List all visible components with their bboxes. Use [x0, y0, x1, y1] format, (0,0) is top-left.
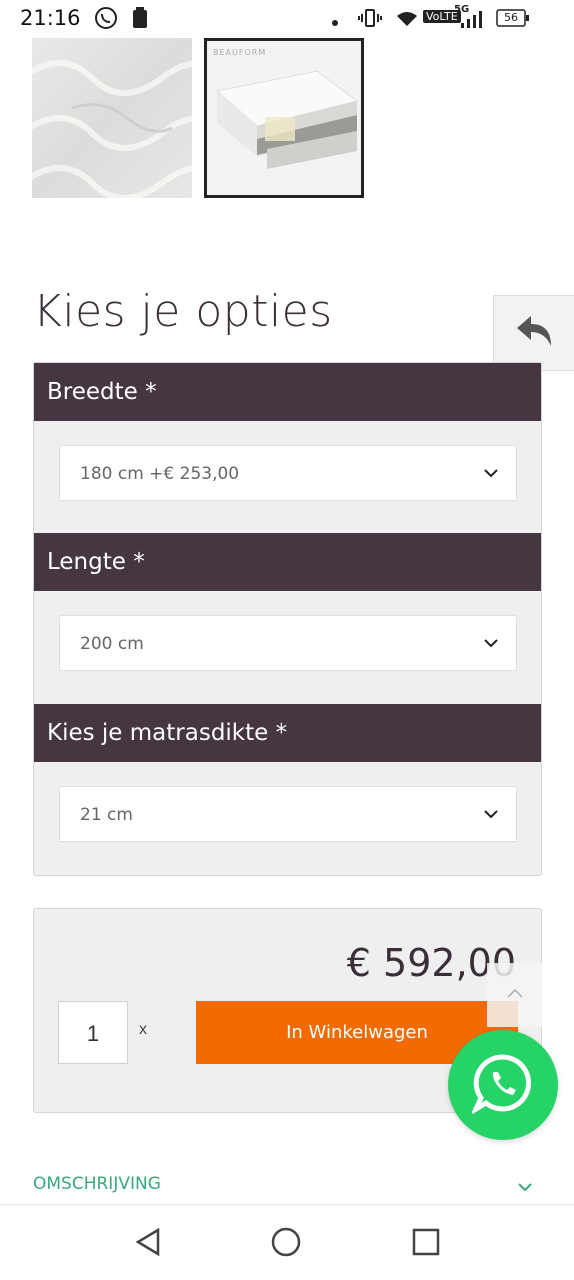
whatsapp-chat-button[interactable] — [448, 1030, 558, 1140]
product-thumbnail-mattress[interactable]: BEAUFORM — [204, 38, 364, 198]
length-select[interactable]: 200 cm — [59, 615, 517, 671]
nav-home-icon[interactable] — [271, 1227, 301, 1262]
brand-logo-text: BEAUFORM — [213, 48, 266, 57]
options-title: Kies je opties — [33, 286, 333, 337]
back-button[interactable] — [493, 295, 574, 371]
nav-back-icon[interactable] — [134, 1227, 162, 1262]
option-header-length: Lengte * — [34, 533, 541, 591]
status-bar: 21:16 VoLTE 5G 56 — [0, 0, 574, 38]
quantity-input[interactable]: 1 — [58, 1001, 128, 1064]
dot-icon — [331, 14, 339, 32]
back-arrow-icon — [515, 314, 555, 353]
width-select[interactable]: 180 cm +€ 253,00 — [59, 445, 517, 501]
chevron-down-icon — [484, 636, 498, 650]
chevron-down-icon[interactable] — [517, 1180, 533, 1192]
chevron-down-icon — [484, 807, 498, 821]
thickness-select[interactable]: 21 cm — [59, 786, 517, 842]
whatsapp-icon — [470, 1052, 534, 1119]
chevron-down-icon — [484, 466, 498, 480]
option-header-width: Breedte * — [34, 363, 541, 421]
battery-level: 56 — [504, 11, 518, 24]
nav-recents-icon[interactable] — [412, 1228, 440, 1261]
length-select-value: 200 cm — [80, 634, 144, 654]
wifi-icon — [396, 10, 418, 33]
notification-icon — [132, 7, 148, 34]
description-toggle[interactable]: OMSCHRIJVING — [33, 1174, 161, 1194]
signal-icon — [460, 10, 482, 33]
width-select-value: 180 cm +€ 253,00 — [80, 464, 240, 484]
option-header-thickness: Kies je matrasdikte * — [34, 704, 541, 762]
vibrate-icon — [358, 9, 382, 32]
system-nav-bar — [0, 1205, 574, 1280]
whatsapp-icon — [94, 6, 118, 35]
thickness-select-value: 21 cm — [80, 805, 133, 825]
chevron-up-icon — [507, 985, 523, 1003]
options-panel: Breedte * 180 cm +€ 253,00 Lengte * 200 … — [33, 362, 542, 876]
quantity-multiplier: x — [139, 1021, 147, 1038]
product-thumbnail-fabric[interactable] — [32, 38, 192, 198]
scroll-to-top-button[interactable] — [487, 963, 542, 1027]
status-time: 21:16 — [20, 6, 81, 30]
